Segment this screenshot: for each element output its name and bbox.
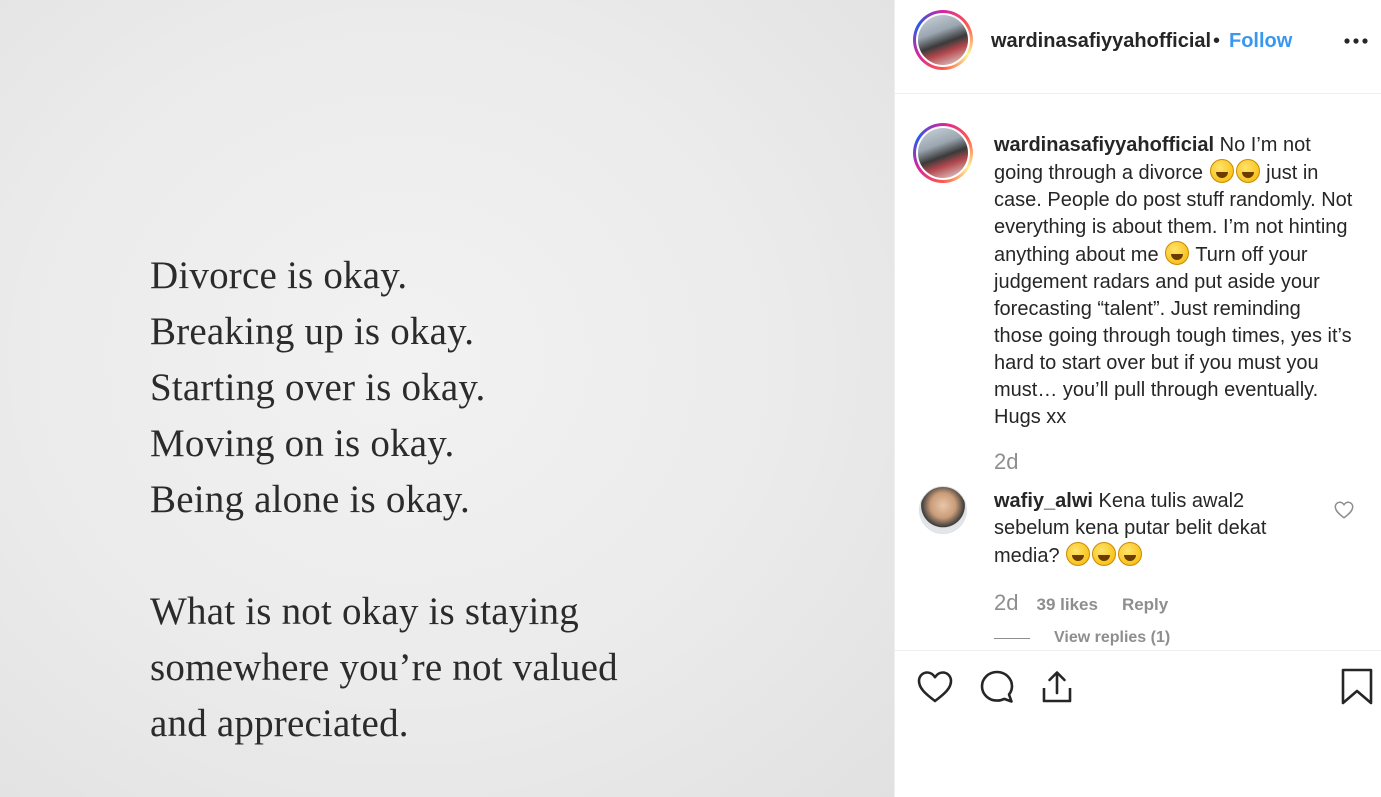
- comment-text: wafiy_alwi Kena tulis awal2 sebelum kena…: [994, 488, 1314, 570]
- quote-line: somewhere you’re not valued: [150, 646, 618, 689]
- comment-like-heart-icon[interactable]: [1333, 499, 1355, 521]
- heart-icon[interactable]: [915, 667, 955, 707]
- author-avatar[interactable]: [913, 10, 973, 70]
- quote-line: Moving on is okay.: [150, 422, 455, 465]
- sweat-smile-emoji-icon: [1209, 159, 1234, 183]
- post-image: Divorce is okay. Breaking up is okay. St…: [0, 0, 894, 797]
- tears-of-joy-emoji-icon: [1066, 542, 1091, 566]
- commenter-avatar[interactable]: [919, 486, 967, 534]
- comment-icon[interactable]: [977, 667, 1017, 707]
- follow-button[interactable]: Follow: [1229, 30, 1292, 53]
- view-replies-button[interactable]: View replies (1): [994, 629, 1170, 647]
- tears-of-joy-emoji-icon: [1118, 542, 1143, 566]
- quote-gap: [150, 528, 618, 584]
- separator-dot: •: [1213, 30, 1221, 52]
- quote-text: Divorce is okay. Breaking up is okay. St…: [150, 248, 618, 752]
- comment-likes[interactable]: 39 likes: [1036, 595, 1097, 615]
- comment-timestamp[interactable]: 2d: [994, 590, 1018, 616]
- quote-line: and appreciated.: [150, 702, 409, 745]
- share-icon[interactable]: [1037, 667, 1077, 707]
- comment-meta: 2d 39 likes Reply: [994, 590, 1168, 616]
- faded-likes-area: [919, 721, 1349, 791]
- caption-timestamp[interactable]: 2d: [994, 449, 1018, 475]
- tears-of-joy-emoji-icon: [1235, 159, 1260, 183]
- comments-list[interactable]: wardinasafiyyahofficial No I’m not going…: [895, 94, 1381, 650]
- quote-line: Breaking up is okay.: [150, 310, 475, 353]
- action-bar: [895, 650, 1381, 797]
- bookmark-icon[interactable]: [1337, 667, 1377, 707]
- caption-text: wardinasafiyyahofficial No I’m not going…: [994, 132, 1354, 431]
- quote-line: Starting over is okay.: [150, 366, 486, 409]
- quote-line: Being alone is okay.: [150, 478, 470, 521]
- commenter-username[interactable]: wafiy_alwi: [994, 490, 1093, 512]
- caption-username[interactable]: wardinasafiyyahofficial: [994, 134, 1214, 156]
- replies-divider: [994, 637, 1030, 639]
- quote-line: What is not okay is staying: [150, 590, 579, 633]
- author-username[interactable]: wardinasafiyyahofficial: [991, 30, 1211, 53]
- caption-avatar[interactable]: [913, 123, 973, 183]
- caption-body: Turn off your judgement radars and put a…: [994, 244, 1352, 428]
- quote-line: Divorce is okay.: [150, 254, 408, 297]
- squinting-laugh-emoji-icon: [1165, 241, 1190, 265]
- tears-of-joy-emoji-icon: [1092, 542, 1117, 566]
- post-header: wardinasafiyyahofficial • Follow: [895, 0, 1381, 94]
- more-options-icon[interactable]: [1341, 26, 1371, 56]
- post-side-panel: wardinasafiyyahofficial • Follow wardina…: [894, 0, 1381, 797]
- view-replies-label: View replies (1): [1054, 629, 1171, 646]
- reply-button[interactable]: Reply: [1122, 595, 1168, 615]
